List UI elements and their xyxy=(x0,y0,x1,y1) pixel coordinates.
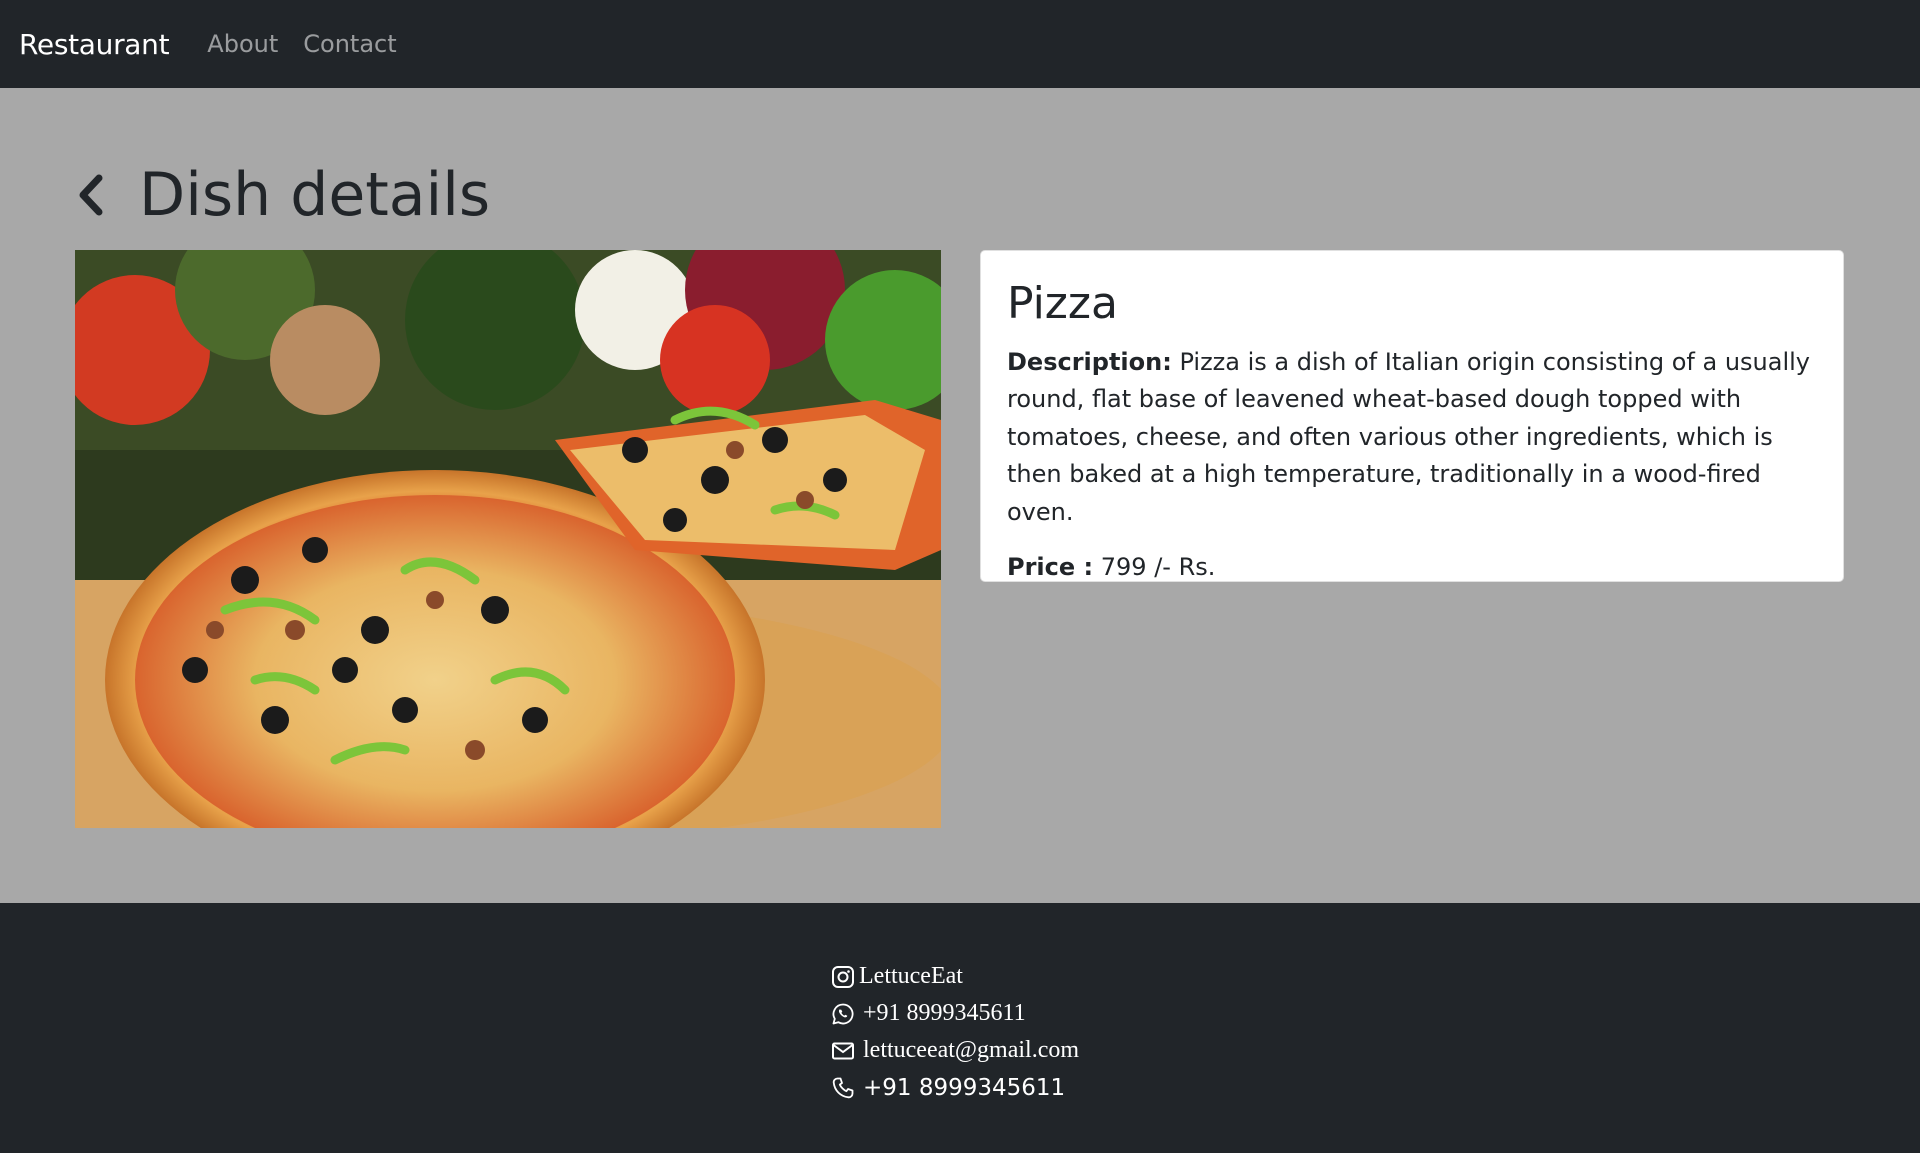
instagram-icon xyxy=(831,965,855,989)
whatsapp-contact[interactable]: +91 8999345611 xyxy=(831,995,1079,1032)
email-address: lettuceeat@gmail.com xyxy=(863,1037,1080,1063)
footer: LettuceEat +91 8999345611 lettuceeat@gma… xyxy=(0,903,1920,1153)
phone-icon xyxy=(831,1076,855,1100)
main-content: Dish details Pizza Description: Pizza is… xyxy=(0,88,1920,903)
price-value: 799 /- Rs. xyxy=(1100,553,1216,582)
dish-card: Pizza Description: Pizza is a dish of It… xyxy=(980,250,1844,582)
instagram-handle: LettuceEat xyxy=(859,963,963,989)
brand-link[interactable]: Restaurant xyxy=(19,28,170,61)
description-label: Description: xyxy=(1007,347,1172,376)
nav-link-about[interactable]: About xyxy=(207,30,278,58)
dish-image xyxy=(75,250,941,828)
whatsapp-icon xyxy=(831,1002,855,1026)
phone-number: +91 8999345611 xyxy=(863,1074,1066,1101)
envelope-icon xyxy=(831,1039,855,1063)
dish-price: Price : 799 /- Rs. xyxy=(1007,549,1817,586)
instagram-contact[interactable]: LettuceEat xyxy=(831,958,1079,995)
whatsapp-number: +91 8999345611 xyxy=(863,1000,1026,1026)
page-header: Dish details xyxy=(75,160,490,230)
nav-link-contact[interactable]: Contact xyxy=(303,30,396,58)
dish-description: Description: Pizza is a dish of Italian … xyxy=(1007,344,1817,532)
contact-list: LettuceEat +91 8999345611 lettuceeat@gma… xyxy=(831,958,1079,1106)
email-contact[interactable]: lettuceeat@gmail.com xyxy=(831,1032,1079,1069)
chevron-left-icon[interactable] xyxy=(75,174,107,216)
page-title: Dish details xyxy=(139,160,491,230)
navbar: Restaurant About Contact xyxy=(0,0,1920,88)
dish-name: Pizza xyxy=(1007,278,1118,329)
phone-contact[interactable]: +91 8999345611 xyxy=(831,1069,1079,1106)
price-label: Price : xyxy=(1007,553,1094,582)
